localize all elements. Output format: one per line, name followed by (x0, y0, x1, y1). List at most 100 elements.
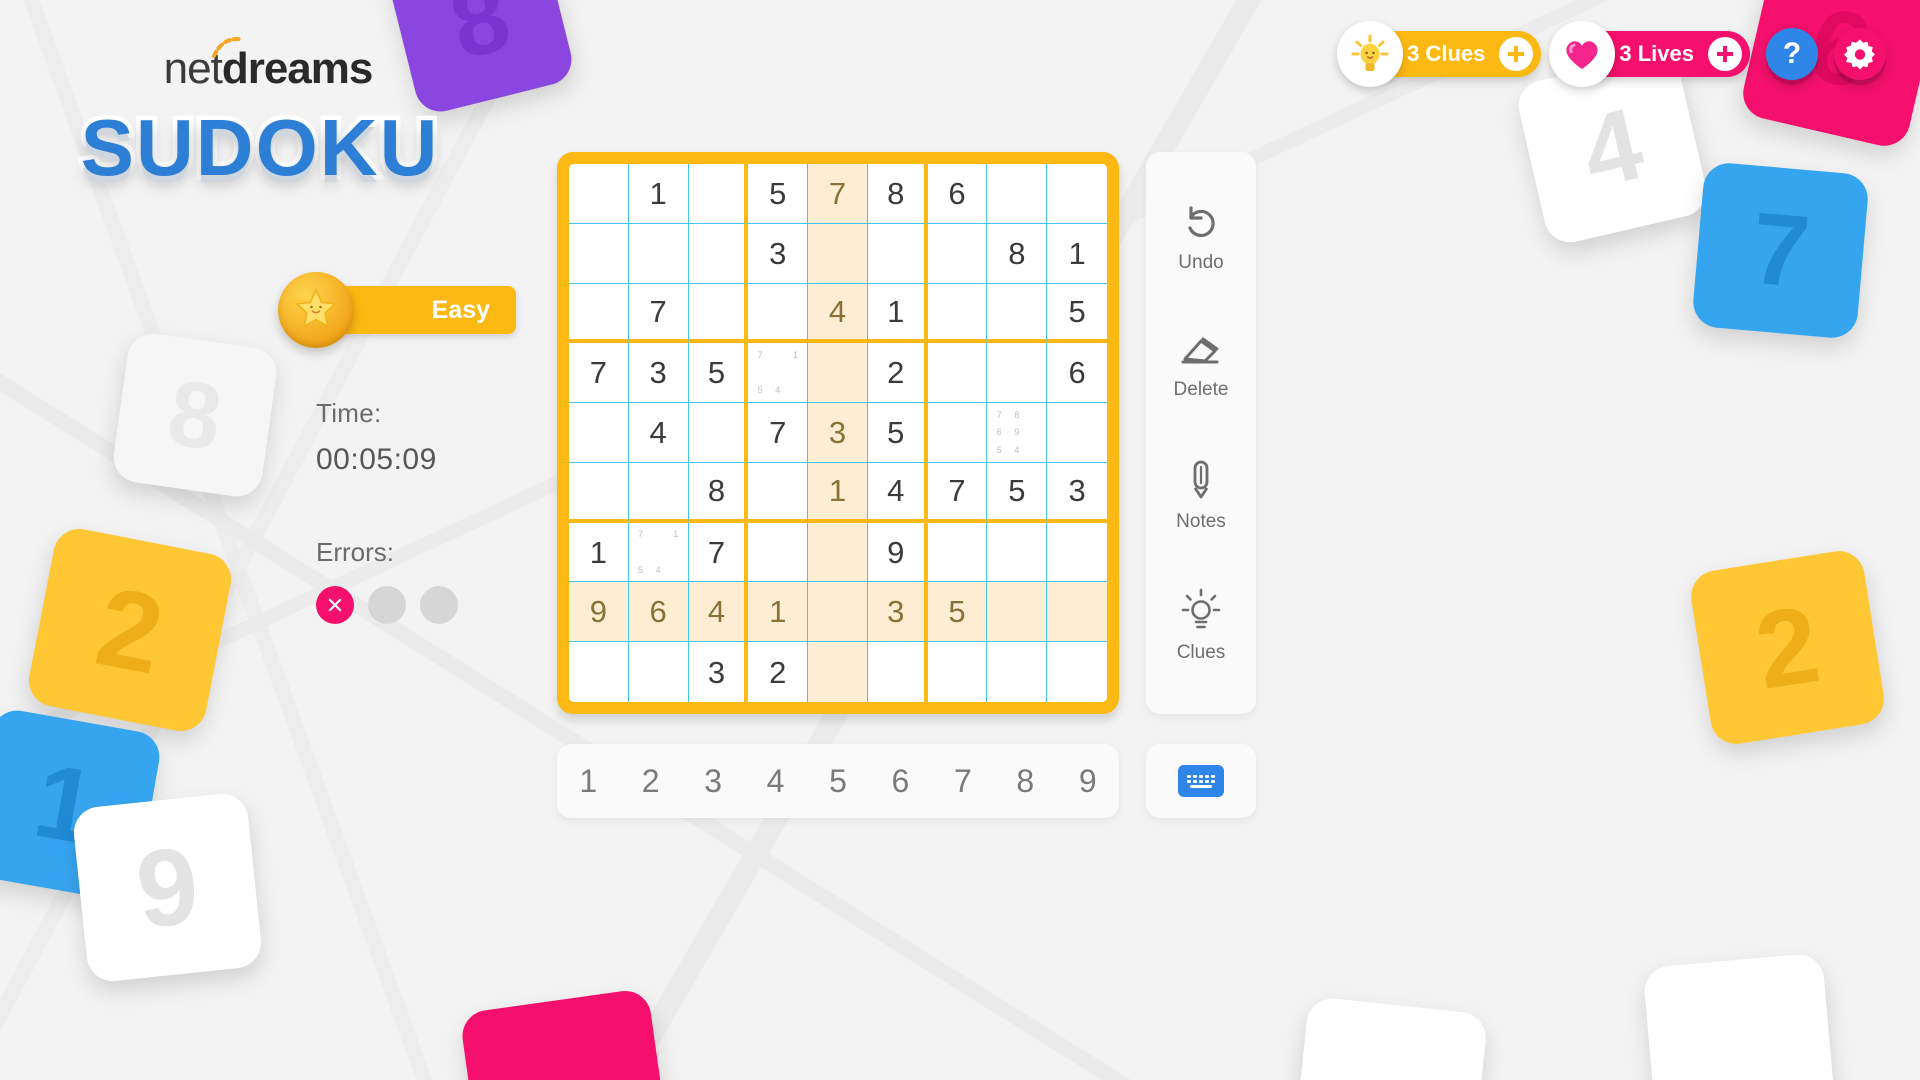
sudoku-cell-r7c7[interactable] (927, 522, 988, 583)
sudoku-cell-r6c3[interactable]: 8 (688, 462, 749, 523)
sudoku-cell-r7c4[interactable] (748, 522, 809, 583)
sudoku-cell-r8c2[interactable]: 6 (628, 582, 689, 643)
difficulty-badge[interactable]: Easy (278, 272, 516, 348)
sudoku-cell-r7c3[interactable]: 7 (688, 522, 749, 583)
sudoku-cell-r3c7[interactable] (927, 283, 988, 344)
numpad-key-2[interactable]: 2 (628, 763, 674, 800)
sudoku-cell-r2c7[interactable] (927, 223, 988, 284)
numpad-key-5[interactable]: 5 (815, 763, 861, 800)
sudoku-cell-r5c4[interactable]: 7 (748, 403, 809, 463)
sudoku-cell-r3c2[interactable]: 7 (628, 283, 689, 344)
sudoku-cell-r7c6[interactable]: 9 (867, 522, 928, 583)
sudoku-cell-r4c9[interactable]: 6 (1047, 343, 1107, 404)
numpad-key-7[interactable]: 7 (940, 763, 986, 800)
sudoku-cell-r2c2[interactable] (628, 223, 689, 284)
sudoku-cell-r5c6[interactable]: 5 (867, 403, 928, 463)
sudoku-cell-r7c2[interactable]: 7 1 54 (628, 522, 689, 583)
settings-button[interactable] (1834, 28, 1886, 80)
sudoku-cell-r2c1[interactable] (569, 223, 629, 284)
sudoku-cell-r5c7[interactable] (927, 403, 988, 463)
sudoku-cell-r3c6[interactable]: 1 (867, 283, 928, 344)
sudoku-cell-r4c5[interactable] (808, 343, 868, 404)
numpad-key-1[interactable]: 1 (565, 763, 611, 800)
sudoku-cell-r9c7[interactable] (927, 642, 988, 702)
add-lives-button[interactable] (1708, 37, 1742, 71)
sudoku-cell-r5c3[interactable] (688, 403, 749, 463)
sudoku-cell-r6c8[interactable]: 5 (987, 462, 1048, 523)
sudoku-cell-r2c6[interactable] (867, 223, 928, 284)
sudoku-cell-r1c4[interactable]: 5 (748, 164, 809, 224)
sudoku-cell-r5c9[interactable] (1047, 403, 1107, 463)
sudoku-cell-r9c4[interactable]: 2 (748, 642, 809, 702)
sudoku-cell-r5c8[interactable]: 7 8 6 9 5 4 (987, 403, 1048, 463)
sudoku-cell-r6c2[interactable] (628, 462, 689, 523)
undo-button[interactable]: Undo (1178, 202, 1224, 274)
sudoku-cell-r8c3[interactable]: 4 (688, 582, 749, 643)
notes-button[interactable]: Notes (1176, 457, 1226, 533)
sudoku-cell-r7c8[interactable] (987, 522, 1048, 583)
clues-button[interactable]: Clues (1177, 588, 1225, 664)
sudoku-cell-r3c3[interactable] (688, 283, 749, 344)
sudoku-cell-r1c5[interactable]: 7 (808, 164, 868, 224)
sudoku-cell-r2c4[interactable]: 3 (748, 223, 809, 284)
sudoku-cell-r3c9[interactable]: 5 (1047, 283, 1107, 344)
clues-badge[interactable]: 3 Clues (1337, 21, 1542, 87)
numpad-key-4[interactable]: 4 (753, 763, 799, 800)
sudoku-cell-r7c5[interactable] (808, 522, 868, 583)
sudoku-cell-r6c1[interactable] (569, 462, 629, 523)
sudoku-cell-r6c4[interactable] (748, 462, 809, 523)
sudoku-cell-r3c8[interactable] (987, 283, 1048, 344)
sudoku-cell-r8c4[interactable]: 1 (748, 582, 809, 643)
numpad-key-3[interactable]: 3 (690, 763, 736, 800)
sudoku-cell-r8c8[interactable] (987, 582, 1048, 643)
sudoku-cell-r9c2[interactable] (628, 642, 689, 702)
lives-badge[interactable]: 3 Lives (1549, 21, 1750, 87)
help-button[interactable]: ? (1766, 28, 1818, 80)
sudoku-cell-r2c8[interactable]: 8 (987, 223, 1048, 284)
sudoku-cell-r8c7[interactable]: 5 (927, 582, 988, 643)
sudoku-cell-r8c5[interactable] (808, 582, 868, 643)
sudoku-cell-r3c5[interactable]: 4 (808, 283, 868, 344)
sudoku-cell-r8c6[interactable]: 3 (867, 582, 928, 643)
add-clues-button[interactable] (1499, 37, 1534, 71)
sudoku-cell-r6c9[interactable]: 3 (1047, 462, 1107, 523)
numpad-key-6[interactable]: 6 (877, 763, 923, 800)
sudoku-cell-r9c1[interactable] (569, 642, 629, 702)
numpad-key-9[interactable]: 9 (1065, 763, 1111, 800)
sudoku-cell-r4c1[interactable]: 7 (569, 343, 629, 404)
sudoku-cell-r5c1[interactable] (569, 403, 629, 463)
sudoku-cell-r1c1[interactable] (569, 164, 629, 224)
sudoku-grid[interactable]: 1578638174157357154264735786954814753171… (569, 164, 1107, 702)
sudoku-cell-r1c8[interactable] (987, 164, 1048, 224)
sudoku-cell-r8c9[interactable] (1047, 582, 1107, 643)
sudoku-cell-r9c6[interactable] (867, 642, 928, 702)
sudoku-cell-r9c8[interactable] (987, 642, 1048, 702)
numpad-key-8[interactable]: 8 (1002, 763, 1048, 800)
sudoku-cell-r7c9[interactable] (1047, 522, 1107, 583)
sudoku-cell-r1c9[interactable] (1047, 164, 1107, 224)
sudoku-cell-r1c6[interactable]: 8 (867, 164, 928, 224)
sudoku-cell-r2c9[interactable]: 1 (1047, 223, 1107, 284)
sudoku-cell-r4c6[interactable]: 2 (867, 343, 928, 404)
sudoku-cell-r9c5[interactable] (808, 642, 868, 702)
sudoku-cell-r1c7[interactable]: 6 (927, 164, 988, 224)
sudoku-cell-r4c2[interactable]: 3 (628, 343, 689, 404)
sudoku-cell-r5c2[interactable]: 4 (628, 403, 689, 463)
sudoku-cell-r6c6[interactable]: 4 (867, 462, 928, 523)
delete-button[interactable]: Delete (1174, 329, 1228, 401)
sudoku-cell-r8c1[interactable]: 9 (569, 582, 629, 643)
sudoku-cell-r7c1[interactable]: 1 (569, 522, 629, 583)
keyboard-toggle-button[interactable] (1146, 744, 1256, 818)
sudoku-cell-r2c5[interactable] (808, 223, 868, 284)
sudoku-cell-r6c5[interactable]: 1 (808, 462, 868, 523)
sudoku-cell-r4c7[interactable] (927, 343, 988, 404)
sudoku-cell-r2c3[interactable] (688, 223, 749, 284)
sudoku-cell-r5c5[interactable]: 3 (808, 403, 868, 463)
sudoku-cell-r6c7[interactable]: 7 (927, 462, 988, 523)
sudoku-cell-r1c3[interactable] (688, 164, 749, 224)
sudoku-cell-r4c3[interactable]: 5 (688, 343, 749, 404)
sudoku-cell-r4c8[interactable] (987, 343, 1048, 404)
sudoku-cell-r3c1[interactable] (569, 283, 629, 344)
sudoku-cell-r3c4[interactable] (748, 283, 809, 344)
sudoku-cell-r9c3[interactable]: 3 (688, 642, 749, 702)
